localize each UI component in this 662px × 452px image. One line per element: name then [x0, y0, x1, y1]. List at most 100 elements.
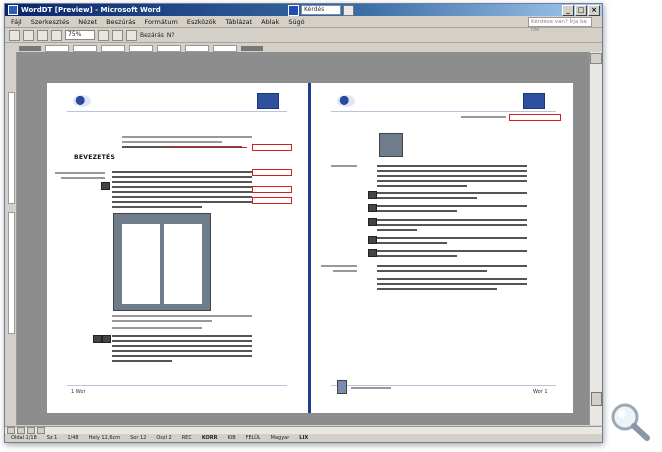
text-line	[112, 360, 172, 362]
step-icon	[368, 236, 377, 244]
print-icon[interactable]	[9, 29, 20, 41]
one-page-icon[interactable]	[37, 29, 48, 41]
text-line	[377, 180, 527, 182]
page-number: 1 Wor	[71, 389, 86, 395]
search-field[interactable]: Kérdés	[301, 5, 341, 15]
header-block	[523, 93, 545, 109]
footer-rule	[67, 385, 287, 386]
vruler-segment	[8, 212, 15, 334]
menu-file[interactable]: Fájl	[11, 18, 22, 26]
menu-format[interactable]: Formátum	[144, 18, 177, 26]
text-line	[377, 242, 447, 244]
text-line	[112, 171, 252, 173]
text-line	[377, 165, 527, 167]
ruler-segment	[129, 44, 153, 52]
window-title: WordDT [Preview] - Microsoft Word	[21, 6, 161, 14]
multiple-pages-icon[interactable]	[51, 29, 62, 41]
zoom-magnifier-icon[interactable]	[607, 400, 653, 444]
ruler-segment	[213, 44, 237, 52]
view-ruler-icon[interactable]	[98, 29, 109, 41]
help-button[interactable]: N?	[167, 32, 175, 39]
scroll-thumb[interactable]	[591, 392, 602, 406]
search-icon[interactable]	[288, 4, 299, 16]
caption-line	[112, 315, 252, 317]
text-line	[377, 192, 527, 194]
scroll-up-icon[interactable]	[590, 53, 602, 64]
shrink-to-fit-icon[interactable]	[112, 29, 123, 41]
text-line	[377, 255, 457, 257]
status-spelling[interactable]: LIX	[299, 435, 308, 441]
embedded-screenshot	[113, 213, 211, 311]
text-line	[112, 201, 252, 203]
menu-table[interactable]: Táblázat	[225, 18, 252, 26]
preview-toolbar: 75% Bezárás N?	[5, 28, 602, 43]
revision-balloon	[252, 186, 292, 193]
full-screen-icon[interactable]	[126, 29, 137, 41]
footer-text	[351, 387, 391, 389]
search-option-icon[interactable]	[343, 4, 354, 16]
horizontal-scrollbar[interactable]	[5, 426, 602, 434]
caption-line	[112, 320, 212, 322]
menu-window[interactable]: Ablak	[261, 18, 279, 26]
text-line	[377, 170, 527, 172]
web-view-icon[interactable]	[17, 427, 25, 434]
ruler-segment	[185, 44, 209, 52]
normal-view-icon[interactable]	[7, 427, 15, 434]
print-view-icon[interactable]	[27, 427, 35, 434]
outline-view-icon[interactable]	[37, 427, 45, 434]
menu-edit[interactable]: Szerkesztés	[31, 18, 69, 26]
logo-icon	[337, 95, 355, 107]
vruler-segment	[8, 92, 15, 204]
ruler-segment	[101, 44, 125, 52]
note-icon	[101, 182, 110, 190]
text-line	[377, 270, 487, 272]
note-icon	[93, 335, 102, 343]
text-line	[377, 185, 467, 187]
zoom-magnifier-icon[interactable]	[23, 29, 34, 41]
menu-tools[interactable]: Eszközök	[187, 18, 217, 26]
text-line	[112, 350, 252, 352]
close-button[interactable]: ×	[588, 5, 600, 16]
footer-rule	[331, 385, 556, 386]
step-icon	[368, 191, 377, 199]
text-line	[112, 186, 252, 188]
close-preview-button[interactable]: Bezárás	[140, 32, 164, 39]
menu-view[interactable]: Nézet	[78, 18, 97, 26]
step-icon	[368, 218, 377, 226]
screenshot-page	[164, 224, 202, 304]
left-page[interactable]: BEVEZETÉS 1 Wor	[47, 83, 308, 413]
text-line	[112, 191, 252, 193]
revision-balloon	[252, 197, 292, 204]
zoom-select[interactable]: 75%	[65, 30, 95, 40]
status-language: Magyar	[270, 435, 290, 441]
footer-marker	[337, 380, 347, 394]
text-line	[122, 136, 252, 138]
revision-balloon	[252, 144, 292, 151]
step-icon	[368, 249, 377, 257]
vertical-scrollbar[interactable]	[589, 52, 602, 425]
text-line	[377, 210, 457, 212]
menu-bar: Fájl Szerkesztés Nézet Beszúrás Formátum…	[5, 16, 602, 33]
maximize-button[interactable]: □	[575, 5, 587, 16]
menu-insert[interactable]: Beszúrás	[106, 18, 135, 26]
text-line	[377, 229, 417, 231]
header-block	[257, 93, 279, 109]
note-icon	[102, 335, 111, 343]
help-input[interactable]: Kérdése van? Írja be ide	[528, 17, 592, 33]
status-ext[interactable]: KIB	[227, 435, 235, 441]
status-trk[interactable]: KORR	[202, 435, 218, 441]
right-page[interactable]: Wor 1	[311, 83, 573, 413]
text-line	[377, 250, 527, 252]
status-ovr[interactable]: FELÜL	[246, 435, 261, 441]
title-bar: WordDT [Preview] - Microsoft Word Kérdés…	[5, 4, 602, 16]
text-line	[112, 335, 252, 337]
embedded-thumbnail	[379, 133, 403, 157]
text-line	[377, 278, 527, 280]
text-line	[377, 175, 527, 177]
document-area[interactable]: BEVEZETÉS 1 Wor Wor 1	[17, 52, 590, 425]
status-section: Sz 1	[46, 435, 58, 441]
status-position: Hely 12,6cm	[88, 435, 121, 441]
minimize-button[interactable]: _	[562, 5, 574, 16]
status-rec[interactable]: REC	[182, 435, 192, 441]
menu-help[interactable]: Súgó	[288, 18, 304, 26]
